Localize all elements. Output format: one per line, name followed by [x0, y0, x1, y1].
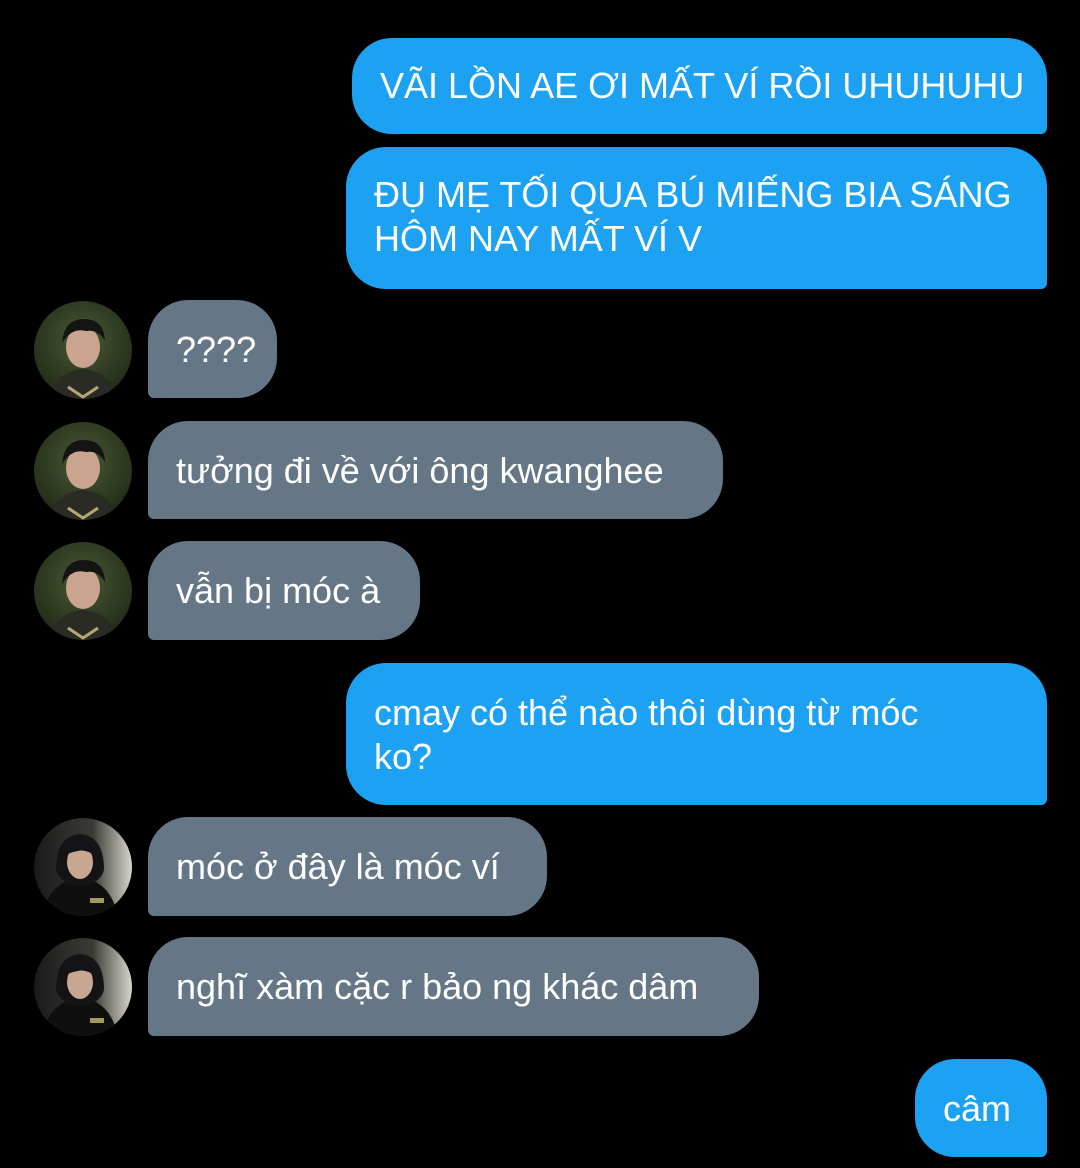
message-text: vẫn bị móc à	[176, 570, 381, 611]
message-bubble-outgoing[interactable]: ĐỤ MẸ TỐI QUA BÚ MIẾNG BIA SÁNG HÔM NAY …	[346, 147, 1047, 289]
message-text-line: ĐỤ MẸ TỐI QUA BÚ MIẾNG BIA SÁNG	[374, 174, 1012, 215]
message-text-line: cmay có thể nào thôi dùng từ móc	[374, 692, 919, 733]
message-bubble-incoming[interactable]: ????	[148, 300, 277, 398]
friend-1-avatar[interactable]	[34, 422, 132, 520]
friend-2-avatar[interactable]	[34, 818, 132, 916]
message-bubble-incoming[interactable]: móc ở đây là móc ví	[148, 817, 547, 916]
message-text: tưởng đi về với ông kwanghee	[176, 450, 664, 491]
message-bubble-outgoing[interactable]: câm	[915, 1059, 1047, 1157]
message-bubble-incoming[interactable]: vẫn bị móc à	[148, 541, 420, 640]
message-text-line: HÔM NAY MẤT VÍ V	[374, 218, 703, 259]
profile-photo-icon	[34, 301, 132, 399]
profile-photo-icon	[34, 542, 132, 640]
message-text: VÃI LỒN AE ƠI MẤT VÍ RỒI UHUHUHU	[380, 65, 1025, 106]
friend-2-avatar[interactable]	[34, 938, 132, 1036]
profile-photo-icon	[34, 422, 132, 520]
message-bubble-incoming[interactable]: tưởng đi về với ông kwanghee	[148, 421, 723, 519]
profile-photo-icon	[34, 938, 132, 1036]
message-text-line: ko?	[374, 736, 433, 777]
friend-1-avatar[interactable]	[34, 301, 132, 399]
profile-photo-icon	[34, 818, 132, 916]
message-text: ????	[176, 329, 257, 370]
message-text: nghĩ xàm cặc r bảo ng khác dâm	[176, 966, 699, 1007]
message-text: câm	[943, 1088, 1012, 1129]
message-bubble-incoming[interactable]: nghĩ xàm cặc r bảo ng khác dâm	[148, 937, 759, 1036]
message-text: móc ở đây là móc ví	[176, 846, 500, 887]
message-bubble-outgoing[interactable]: cmay có thể nào thôi dùng từ móc ko?	[346, 663, 1047, 805]
message-bubble-outgoing[interactable]: VÃI LỒN AE ƠI MẤT VÍ RỒI UHUHUHU	[352, 38, 1047, 134]
friend-1-avatar[interactable]	[34, 542, 132, 640]
